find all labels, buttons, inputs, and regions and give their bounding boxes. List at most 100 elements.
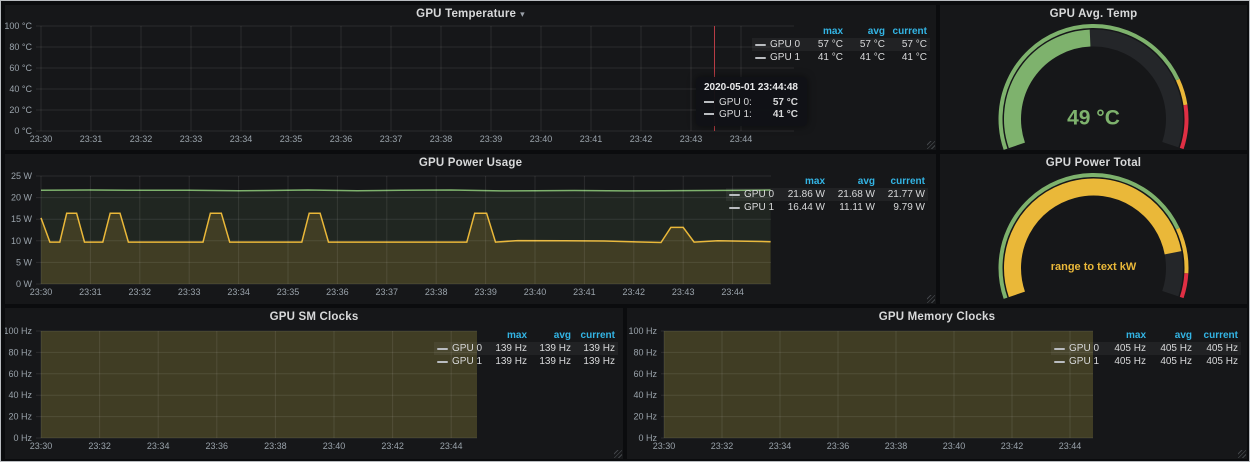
x-tick-label: 23:42: [630, 134, 653, 144]
x-tick-label: 23:39: [474, 287, 497, 297]
panel-resize-handle[interactable]: [927, 295, 935, 303]
legend-sort-header[interactable]: current: [875, 175, 925, 188]
x-tick-label: 23:40: [943, 441, 966, 451]
panel-gpu-temperature: GPU Temperature▾ 100 °C80 °C60 °C40 °C20…: [5, 5, 936, 150]
x-tick-label: 23:37: [376, 287, 399, 297]
x-tick-label: 23:38: [264, 441, 287, 451]
x-tick-label: 23:31: [80, 134, 103, 144]
x-tick-label: 23:43: [680, 134, 703, 144]
panel-header-gpu-sm-clocks[interactable]: GPU SM Clocks: [5, 311, 623, 323]
y-tick-label: 60 °C: [9, 63, 32, 73]
x-tick-label: 23:34: [147, 441, 170, 451]
panel-title-text: GPU SM Clocks: [270, 311, 359, 323]
legend-stat-value: 139 Hz: [483, 342, 527, 355]
legend-stat-value: 41 °C: [885, 51, 927, 64]
tooltip-series-value: 41 °C: [773, 109, 798, 120]
x-tick-label: 23:37: [380, 134, 403, 144]
panel-header-gpu-temperature[interactable]: GPU Temperature▾: [5, 8, 936, 20]
y-tick-label: 100 Hz: [5, 326, 32, 336]
panel-title-text: GPU Power Total: [1046, 157, 1141, 169]
legend-sort-header[interactable]: current: [1192, 329, 1238, 342]
y-tick-label: 80 °C: [9, 42, 32, 52]
series-dash-icon: [1054, 361, 1065, 363]
gauge-value-text: 49 °C: [1067, 107, 1120, 130]
tooltip-series-value: 57 °C: [773, 97, 798, 108]
legend-stat-value: 57 °C: [843, 38, 885, 51]
series-dash-icon: [729, 194, 740, 196]
x-tick-label: 23:44: [730, 134, 753, 144]
x-tick-label: 23:30: [30, 441, 53, 451]
panel-header-gpu-power-total[interactable]: GPU Power Total: [940, 157, 1247, 169]
y-tick-label: 80 Hz: [633, 347, 657, 357]
legend-series-toggle[interactable]: GPU 1: [1054, 355, 1100, 368]
legend-series-toggle[interactable]: GPU 1: [729, 201, 775, 214]
legend-stat-value: 21.86 W: [775, 188, 825, 201]
panel-gpu-power-total: GPU Power Total range to text kW: [940, 154, 1247, 304]
panel-header-gpu-memory-clocks[interactable]: GPU Memory Clocks: [627, 311, 1247, 323]
y-tick-label: 20 Hz: [633, 412, 657, 422]
series-line-gpu-0: [41, 190, 771, 191]
legend-sort-header[interactable]: max: [775, 175, 825, 188]
legend-sort-header[interactable]: max: [801, 25, 843, 38]
legend-series-toggle[interactable]: GPU 0: [1054, 342, 1100, 355]
legend-stat-value: 41 °C: [801, 51, 843, 64]
legend-series-toggle[interactable]: GPU 0: [755, 38, 801, 51]
legend-stat-value: 405 Hz: [1192, 342, 1238, 355]
y-tick-label: 20 W: [11, 193, 33, 203]
y-tick-label: 100 Hz: [628, 326, 657, 336]
tooltip-row: GPU 1: 41 °C: [704, 108, 798, 120]
panel-title-text: GPU Avg. Temp: [1050, 8, 1138, 20]
x-tick-label: 23:32: [130, 134, 153, 144]
x-tick-label: 23:41: [580, 134, 603, 144]
legend-sort-header[interactable]: avg: [1146, 329, 1192, 342]
legend-sort-header[interactable]: max: [1100, 329, 1146, 342]
x-tick-label: 23:44: [721, 287, 744, 297]
legend-stat-value: 139 Hz: [571, 355, 615, 368]
chevron-down-icon: ▾: [520, 9, 525, 19]
gauge-value-text: range to text kW: [1051, 261, 1137, 273]
panel-header-gpu-avg-temp[interactable]: GPU Avg. Temp: [940, 8, 1247, 20]
y-tick-label: 15 W: [11, 214, 33, 224]
legend-stat-value: 139 Hz: [527, 342, 571, 355]
legend-stat-value: 16.44 W: [775, 201, 825, 214]
gpu-avg-temp-gauge: 49 °C: [940, 5, 1247, 150]
panel-resize-handle[interactable]: [927, 141, 935, 149]
y-tick-label: 40 Hz: [8, 390, 32, 400]
legend-series-toggle[interactable]: GPU 0: [729, 188, 775, 201]
panel-title-text: GPU Power Usage: [419, 157, 522, 169]
legend-sort-header[interactable]: avg: [843, 25, 885, 38]
series-dash-icon: [1054, 348, 1065, 350]
legend-header-row: maxavgcurrent: [726, 175, 928, 188]
legend-sort-header[interactable]: avg: [527, 329, 571, 342]
legend-series-toggle[interactable]: GPU 1: [755, 51, 801, 64]
x-tick-label: 23:30: [30, 287, 53, 297]
legend-sort-header[interactable]: current: [885, 25, 927, 38]
x-tick-label: 23:40: [530, 134, 553, 144]
panel-resize-handle[interactable]: [1238, 450, 1246, 458]
panel-header-gpu-power-usage[interactable]: GPU Power Usage: [5, 157, 936, 169]
legend-series-row: GPU 1405 Hz405 Hz405 Hz: [1051, 355, 1241, 368]
x-tick-label: 23:35: [280, 134, 303, 144]
panel-gpu-memory-clocks: GPU Memory Clocks 100 Hz80 Hz60 Hz40 Hz2…: [627, 308, 1247, 459]
x-tick-label: 23:30: [30, 134, 53, 144]
legend-series-row: GPU 1139 Hz139 Hz139 Hz: [434, 355, 618, 368]
y-tick-label: 40 Hz: [633, 390, 657, 400]
x-tick-label: 23:44: [440, 441, 463, 451]
gauge-value-arc: [1013, 187, 1174, 294]
legend-stat-value: 405 Hz: [1146, 355, 1192, 368]
gpu-power-total-gauge: range to text kW: [940, 154, 1247, 304]
legend-sort-header[interactable]: max: [483, 329, 527, 342]
legend-header-row: maxavgcurrent: [1051, 329, 1241, 342]
y-tick-label: 20 °C: [9, 105, 32, 115]
legend-series-toggle[interactable]: GPU 1: [437, 355, 483, 368]
legend-sort-header[interactable]: current: [571, 329, 615, 342]
panel-resize-handle[interactable]: [614, 450, 622, 458]
x-tick-label: 23:36: [326, 287, 349, 297]
x-tick-label: 23:34: [227, 287, 250, 297]
legend-sort-header[interactable]: avg: [825, 175, 875, 188]
legend-series-row: GPU 057 °C57 °C57 °C: [752, 38, 930, 51]
series-dash-icon: [704, 101, 714, 103]
gpu-sm-clocks-legend: maxavgcurrentGPU 0139 Hz139 Hz139 HzGPU …: [434, 329, 618, 368]
legend-stat-value: 57 °C: [885, 38, 927, 51]
legend-series-toggle[interactable]: GPU 0: [437, 342, 483, 355]
